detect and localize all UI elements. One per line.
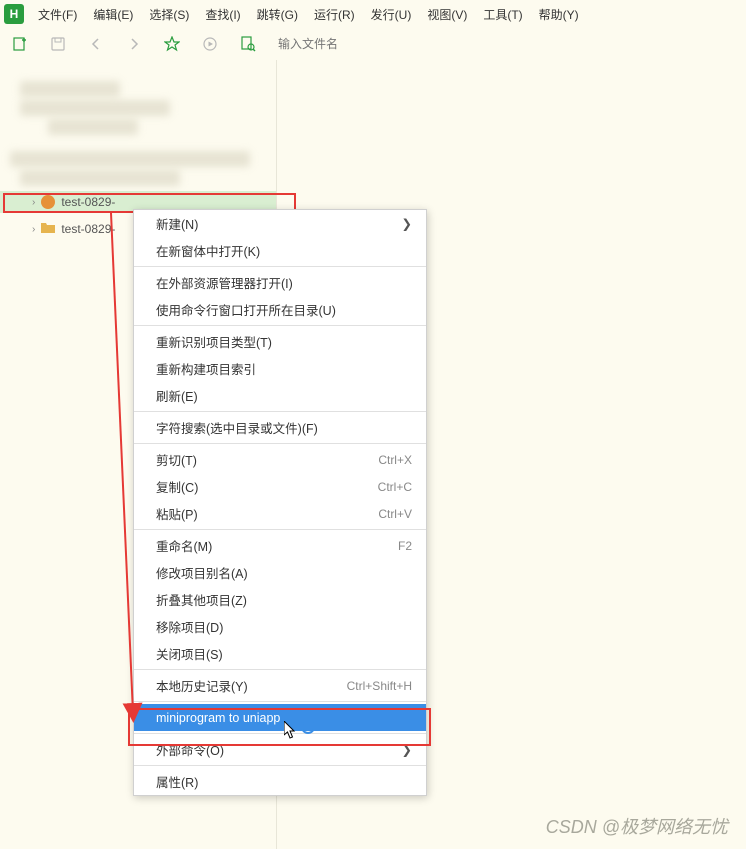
menu-item-label: 剪切(T) [156, 450, 197, 469]
menu-item-label: miniprogram to uniapp [156, 711, 280, 725]
menu-tools[interactable]: 工具(T) [475, 2, 530, 27]
menu-find[interactable]: 查找(I) [197, 2, 248, 27]
context-menu: 新建(N) ❯ 在新窗体中打开(K) 在外部资源管理器打开(I) 使用命令行窗口打开所在… [133, 209, 427, 796]
app-icon: H [4, 4, 24, 24]
context-menu-item[interactable]: 在新窗体中打开(K) [134, 237, 426, 264]
menu-separator [134, 266, 426, 267]
new-file-icon[interactable] [12, 36, 28, 52]
blurred-item [20, 170, 180, 186]
star-icon[interactable] [164, 36, 180, 52]
menu-item-label: 属性(R) [156, 772, 198, 791]
menu-separator [134, 325, 426, 326]
context-menu-item[interactable]: 本地历史记录(Y) Ctrl+Shift+H [134, 672, 426, 699]
menu-item-label: 折叠其他项目(Z) [156, 590, 247, 609]
menu-separator [134, 733, 426, 734]
preview-icon[interactable] [240, 36, 256, 52]
context-menu-item[interactable]: 修改项目别名(A) [134, 559, 426, 586]
search-input[interactable] [278, 37, 478, 51]
context-menu-item[interactable]: 刷新(E) [134, 382, 426, 409]
back-icon[interactable] [88, 36, 104, 52]
menu-separator [134, 701, 426, 702]
blurred-item [20, 100, 170, 116]
project-icon [41, 195, 55, 209]
menu-shortcut: Ctrl+C [378, 480, 412, 494]
menu-item-label: 重新构建项目索引 [156, 359, 256, 378]
chevron-right-icon: › [32, 197, 35, 208]
watermark: CSDN @极梦网络无忧 [546, 813, 728, 839]
context-menu-item[interactable]: 折叠其他项目(Z) [134, 586, 426, 613]
menu-item-label: 字符搜索(选中目录或文件)(F) [156, 418, 318, 437]
menu-item-label: 修改项目别名(A) [156, 563, 248, 582]
menu-shortcut: Ctrl+X [378, 453, 412, 467]
menu-item-label: 外部命令(O) [156, 740, 224, 759]
menu-item-label: 刷新(E) [156, 386, 198, 405]
menu-help[interactable]: 帮助(Y) [531, 2, 587, 27]
menu-separator [134, 669, 426, 670]
context-menu-item[interactable]: 重命名(M) F2 [134, 532, 426, 559]
menu-item-label: 使用命令行窗口打开所在目录(U) [156, 300, 336, 319]
context-menu-item[interactable]: 剪切(T) Ctrl+X [134, 446, 426, 473]
menu-goto[interactable]: 跳转(G) [249, 2, 306, 27]
context-menu-item[interactable]: 字符搜索(选中目录或文件)(F) [134, 414, 426, 441]
blurred-item [48, 119, 138, 135]
context-menu-item[interactable]: 关闭项目(S) [134, 640, 426, 667]
context-menu-item[interactable]: 使用命令行窗口打开所在目录(U) [134, 296, 426, 323]
context-menu-item[interactable]: 外部命令(O) ❯ [134, 736, 426, 763]
menubar: H 文件(F) 编辑(E) 选择(S) 查找(I) 跳转(G) 运行(R) 发行… [0, 0, 746, 28]
submenu-arrow-icon: ❯ [402, 742, 412, 757]
submenu-arrow-icon: ❯ [402, 216, 412, 231]
context-menu-item[interactable]: 移除项目(D) [134, 613, 426, 640]
context-menu-item[interactable]: 粘贴(P) Ctrl+V [134, 500, 426, 527]
menu-publish[interactable]: 发行(U) [363, 2, 420, 27]
menu-shortcut: Ctrl+Shift+H [347, 679, 412, 693]
project-label: test-0829- [61, 195, 115, 209]
context-menu-item[interactable]: 属性(R) [134, 768, 426, 795]
context-menu-item[interactable]: 重新构建项目索引 [134, 355, 426, 382]
context-menu-item[interactable]: 重新识别项目类型(T) [134, 328, 426, 355]
menu-separator [134, 443, 426, 444]
context-menu-item[interactable]: miniprogram to uniapp [134, 704, 426, 731]
menu-item-label: 重命名(M) [156, 536, 212, 555]
context-menu-item[interactable]: 新建(N) ❯ [134, 210, 426, 237]
menu-item-label: 重新识别项目类型(T) [156, 332, 272, 351]
menu-separator [134, 765, 426, 766]
menu-item-label: 在新窗体中打开(K) [156, 241, 260, 260]
menu-shortcut: F2 [398, 539, 412, 553]
play-icon[interactable] [202, 36, 218, 52]
menu-item-label: 粘贴(P) [156, 504, 198, 523]
menu-item-label: 在外部资源管理器打开(I) [156, 273, 293, 292]
menu-item-label: 本地历史记录(Y) [156, 676, 248, 695]
project-label: test-0829- [61, 222, 115, 236]
menu-item-label: 新建(N) [156, 214, 198, 233]
save-icon[interactable] [50, 36, 66, 52]
chevron-right-icon: › [32, 224, 35, 235]
menu-file[interactable]: 文件(F) [30, 2, 85, 27]
toolbar [0, 28, 746, 60]
folder-icon [41, 222, 55, 237]
menu-item-label: 关闭项目(S) [156, 644, 223, 663]
blurred-item [20, 81, 120, 97]
context-menu-item[interactable]: 在外部资源管理器打开(I) [134, 269, 426, 296]
menu-select[interactable]: 选择(S) [141, 2, 197, 27]
menu-run[interactable]: 运行(R) [306, 2, 363, 27]
forward-icon[interactable] [126, 36, 142, 52]
menu-separator [134, 411, 426, 412]
menu-edit[interactable]: 编辑(E) [85, 2, 141, 27]
context-menu-item[interactable]: 复制(C) Ctrl+C [134, 473, 426, 500]
menu-shortcut: Ctrl+V [378, 507, 412, 521]
menu-separator [134, 529, 426, 530]
menu-item-label: 复制(C) [156, 477, 198, 496]
blurred-item [10, 151, 250, 167]
menu-item-label: 移除项目(D) [156, 617, 223, 636]
menu-view[interactable]: 视图(V) [419, 2, 475, 27]
